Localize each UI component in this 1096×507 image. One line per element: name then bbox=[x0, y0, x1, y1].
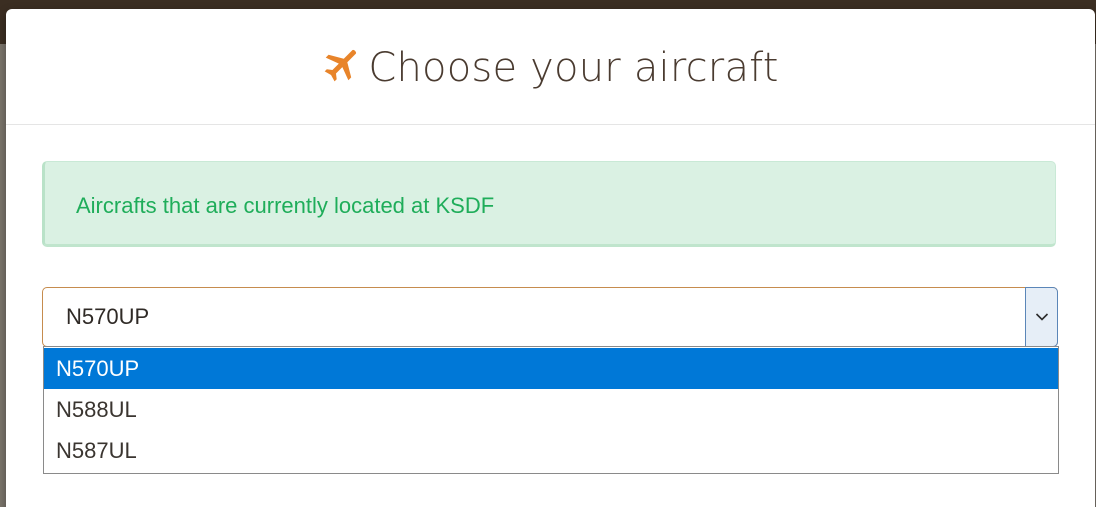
aircraft-option[interactable]: N570UP bbox=[44, 348, 1058, 389]
aircraft-option[interactable]: N587UL bbox=[44, 430, 1058, 471]
plane-icon bbox=[322, 44, 362, 84]
aircraft-select[interactable]: N570UP bbox=[42, 287, 1058, 347]
choose-aircraft-modal: Choose your aircraft Aircrafts that are … bbox=[6, 9, 1095, 507]
aircraft-dropdown-list: N570UP N588UL N587UL bbox=[43, 346, 1059, 474]
chevron-down-icon bbox=[1035, 313, 1049, 321]
aircraft-option[interactable]: N588UL bbox=[44, 389, 1058, 430]
modal-title: Choose your aircraft bbox=[6, 42, 1095, 94]
modal-header: Choose your aircraft bbox=[6, 9, 1095, 125]
location-alert: Aircrafts that are currently located at … bbox=[42, 161, 1056, 247]
select-arrow-button[interactable] bbox=[1025, 287, 1058, 347]
alert-text: Aircrafts that are currently located at … bbox=[76, 193, 495, 218]
modal-title-text: Choose your aircraft bbox=[368, 45, 779, 91]
aircraft-select-value: N570UP bbox=[66, 304, 150, 329]
